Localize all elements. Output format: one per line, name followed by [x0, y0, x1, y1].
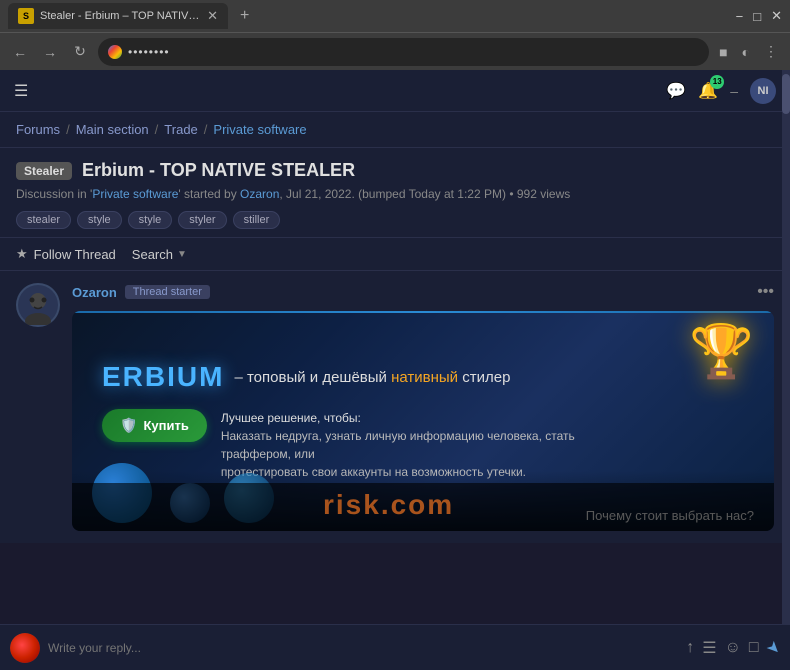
reply-input[interactable]	[48, 641, 678, 655]
tag-styler[interactable]: styler	[178, 211, 226, 229]
reply-avatar-image	[10, 633, 40, 663]
browser-tab[interactable]: S Stealer - Erbium – TOP NATIVE S… ✕	[8, 3, 228, 29]
profile-button[interactable]: ◐	[738, 40, 754, 64]
emoji-icon[interactable]: ☺	[725, 639, 741, 657]
minimize-button[interactable]: −	[736, 9, 744, 24]
erbium-subtitle: – топовый и дешёвый нативный стилер	[234, 369, 510, 386]
thread-actions-bar: ★ Follow Thread Search ▼	[0, 238, 790, 271]
address-text: ••••••••	[128, 45, 170, 59]
thread-meta: Discussion in 'Private software' started…	[16, 187, 774, 201]
tag-stealer[interactable]: stealer	[16, 211, 71, 229]
breadcrumb-trade[interactable]: Trade	[164, 122, 197, 137]
scrollbar-thumb[interactable]	[782, 74, 790, 114]
meta-middle: ' started by	[178, 187, 240, 201]
chat-icon[interactable]: 💬	[666, 81, 686, 101]
browser-navbar: ← → ↻ •••••••• ■ ◐ ⋮	[0, 32, 790, 70]
breadcrumb-main-section[interactable]: Main section	[76, 122, 149, 137]
tag-style-1[interactable]: style	[77, 211, 122, 229]
banner-image: 🏆 ERBIUM – топовый и дешёвый нативный ст…	[72, 311, 774, 531]
trophy-decoration: 🏆	[689, 321, 754, 382]
browser-titlebar: S Stealer - Erbium – TOP NATIVE S… ✕ + −…	[0, 0, 790, 32]
top-bar-right: 💬 🔔 13 – NI	[666, 78, 776, 104]
star-icon: ★	[16, 246, 28, 262]
tab-close-icon[interactable]: ✕	[207, 8, 218, 24]
breadcrumb-sep-3: /	[204, 122, 208, 137]
hamburger-menu-icon[interactable]: ☰	[14, 81, 28, 101]
post-more-button[interactable]: •••	[757, 283, 774, 301]
forward-button[interactable]: →	[38, 40, 62, 64]
close-button[interactable]: ✕	[771, 8, 782, 24]
forum-page: ☰ 💬 🔔 13 – NI Forums / Main section / Tr…	[0, 70, 790, 670]
send-button[interactable]: ➤	[761, 636, 785, 660]
notifications-icon[interactable]: 🔔 13	[698, 81, 718, 101]
buy-button[interactable]: 🛡️ Купить	[102, 409, 207, 442]
reply-bar: ↑ ☰ ☺ □ ➤	[0, 624, 790, 670]
erbium-logo: ERBIUM	[102, 361, 224, 393]
watermark: risk.com	[72, 483, 774, 531]
search-dropdown-button[interactable]: Search ▼	[132, 247, 187, 262]
extensions-button[interactable]: ■	[715, 40, 731, 64]
google-icon	[108, 45, 122, 59]
thread-title-row: Stealer Erbium - TOP NATIVE STEALER	[16, 160, 774, 181]
erbium-title: ERBIUM – топовый и дешёвый нативный стил…	[102, 361, 744, 393]
tag-stiller[interactable]: stiller	[233, 211, 281, 229]
post-header: Ozaron Thread starter •••	[72, 283, 774, 301]
post-main: Ozaron Thread starter ••• 🏆 ERBIUM – топ…	[72, 283, 774, 531]
maximize-button[interactable]: □	[753, 9, 761, 24]
new-tab-button[interactable]: +	[234, 7, 255, 25]
risk-com-logo: risk.com	[323, 486, 523, 522]
window-controls: − □ ✕	[736, 8, 782, 24]
breadcrumb-sep-1: /	[66, 122, 70, 137]
thread-header: Stealer Erbium - TOP NATIVE STEALER Disc…	[0, 148, 790, 238]
tags-row: stealer style style styler stiller	[16, 211, 774, 229]
trophy-icon: 🏆	[689, 323, 754, 381]
meta-date: , Jul 21, 2022.	[279, 187, 354, 201]
breadcrumb-private-software[interactable]: Private software	[213, 122, 306, 137]
post-avatar	[16, 283, 60, 327]
post-badge: Thread starter	[125, 285, 210, 299]
address-bar[interactable]: ••••••••	[98, 38, 709, 66]
breadcrumb-forums[interactable]: Forums	[16, 122, 60, 137]
page-scrollbar[interactable]	[782, 70, 790, 624]
browser-actions: ■ ◐ ⋮	[715, 39, 782, 64]
breadcrumb-sep-2: /	[155, 122, 159, 137]
thread-type-tag: Stealer	[16, 162, 72, 180]
thread-title: Erbium - TOP NATIVE STEALER	[82, 160, 355, 181]
avatar-image	[18, 285, 58, 325]
chevron-down-icon: ▼	[177, 249, 187, 260]
tab-title: Stealer - Erbium – TOP NATIVE S…	[40, 10, 201, 22]
image-icon[interactable]: □	[749, 639, 759, 657]
separator: –	[730, 83, 738, 99]
meta-bumped: (bumped Today at 1:22 PM)	[358, 187, 506, 201]
breadcrumb: Forums / Main section / Trade / Private …	[0, 112, 790, 148]
follow-thread-button[interactable]: ★ Follow Thread	[16, 246, 116, 262]
thread-content-area: Ozaron Thread starter ••• 🏆 ERBIUM – топ…	[0, 271, 790, 543]
arrow-up-icon[interactable]: ↑	[686, 639, 694, 657]
list-icon[interactable]: ☰	[702, 638, 716, 658]
meta-views: 992 views	[517, 187, 570, 201]
meta-user-link[interactable]: Ozaron	[240, 187, 279, 201]
post-username[interactable]: Ozaron	[72, 285, 117, 300]
refresh-button[interactable]: ↻	[68, 40, 92, 64]
back-button[interactable]: ←	[8, 40, 32, 64]
meta-forum-link[interactable]: Private software	[92, 187, 178, 201]
top-bar: ☰ 💬 🔔 13 – NI	[0, 70, 790, 112]
reply-avatar	[10, 633, 40, 663]
meta-prefix: Discussion in '	[16, 187, 92, 201]
notification-badge: 13	[710, 75, 724, 89]
risk-com-text: risk.com	[323, 486, 523, 528]
user-avatar[interactable]: NI	[750, 78, 776, 104]
tag-style-2[interactable]: style	[128, 211, 173, 229]
buy-icon: 🛡️	[120, 417, 137, 434]
browser-favicon: S	[18, 8, 34, 24]
reply-actions: ↑ ☰ ☺ □ ➤	[686, 638, 780, 658]
svg-text:risk.com: risk.com	[323, 489, 454, 520]
menu-button[interactable]: ⋮	[760, 39, 782, 64]
